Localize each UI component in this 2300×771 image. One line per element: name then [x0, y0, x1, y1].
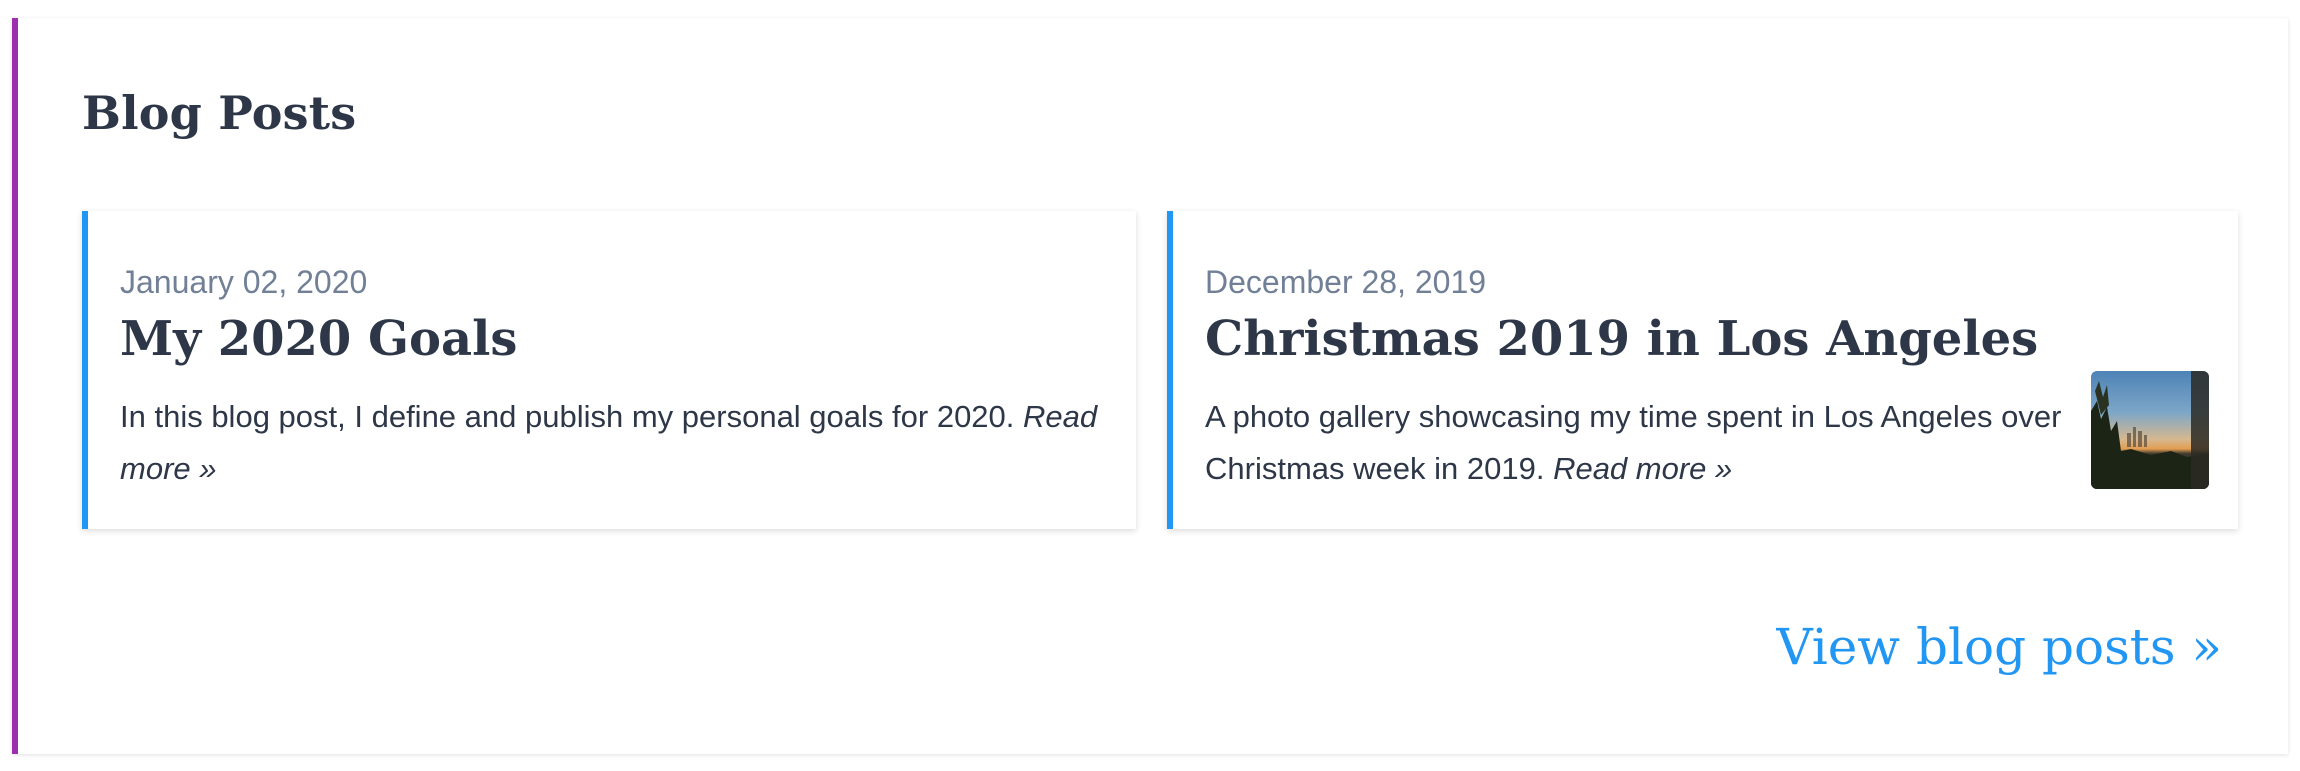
post-title-link[interactable]: Christmas 2019 in Los Angeles [1205, 311, 2038, 367]
post-date: December 28, 2019 [1205, 264, 1487, 300]
view-blog-posts-link[interactable]: View blog posts » [1776, 618, 2222, 676]
blog-posts-section: Blog Posts January 02, 2020 My 2020 Goal… [12, 18, 2288, 754]
post-title-link[interactable]: My 2020 Goals [120, 311, 517, 367]
post-thumbnail-image[interactable] [2091, 371, 2209, 489]
blog-post-card[interactable]: December 28, 2019 Christmas 2019 in Los … [1167, 211, 2238, 529]
city-skyline-photo-icon [2091, 371, 2209, 489]
post-summary-text: In this blog post, I define and publish … [120, 399, 1015, 434]
section-title: Blog Posts [82, 86, 357, 140]
post-summary: In this blog post, I define and publish … [120, 391, 1120, 495]
post-summary: A photo gallery showcasing my time spent… [1205, 391, 2065, 495]
blog-post-card[interactable]: January 02, 2020 My 2020 Goals In this b… [82, 211, 1136, 529]
post-date: January 02, 2020 [120, 264, 368, 300]
read-more-link[interactable]: Read more » [1553, 451, 1732, 486]
